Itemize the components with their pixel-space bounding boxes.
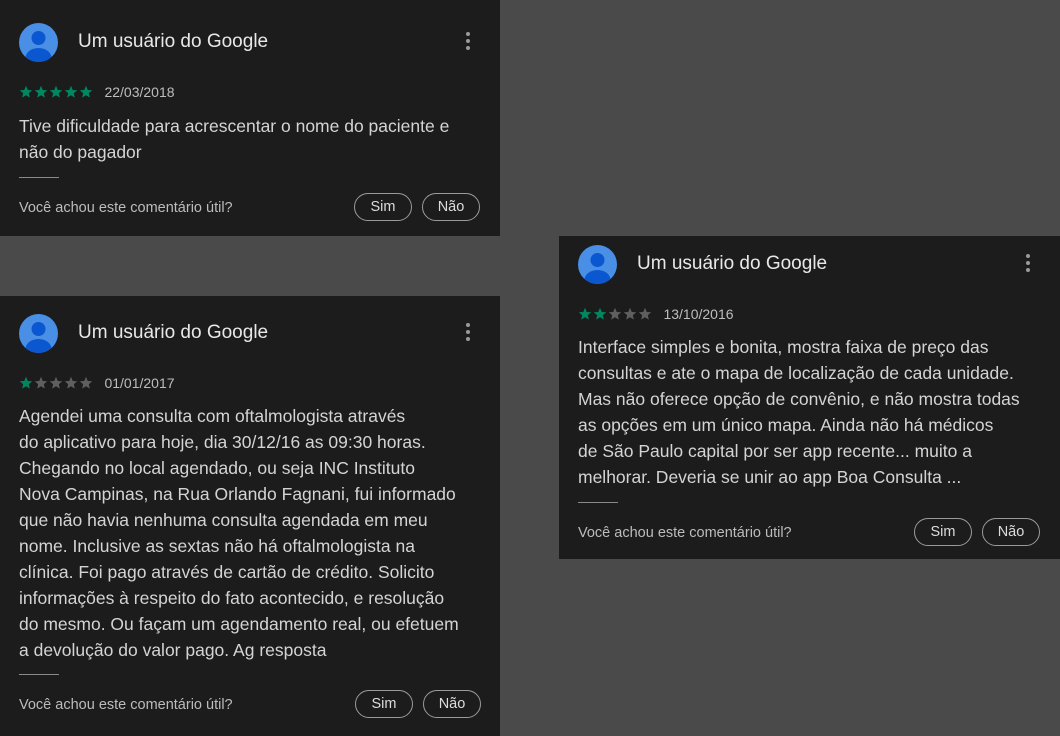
star-empty-icon xyxy=(79,376,93,389)
star-filled-icon xyxy=(64,85,78,98)
review-text-line: informações à respeito do fato acontecid… xyxy=(19,588,445,608)
review-author: Um usuário do Google xyxy=(637,253,828,274)
divider xyxy=(19,177,59,178)
divider xyxy=(19,674,59,675)
star-filled-icon xyxy=(34,85,48,98)
star-empty-icon xyxy=(49,376,63,389)
review-text-line: a devolução do valor pago. Ag resposta xyxy=(19,640,327,660)
person-icon xyxy=(25,31,52,62)
review-card: Um usuário do Google 13/10/2016 Interfac… xyxy=(559,236,1060,559)
star-empty-icon xyxy=(608,307,622,320)
review-text-line: nome. Inclusive as sextas não há oftalmo… xyxy=(19,536,415,556)
star-rating xyxy=(578,307,653,321)
review-text-line: de São Paulo capital por ser app recente… xyxy=(578,441,972,461)
star-filled-icon xyxy=(49,85,63,98)
star-rating xyxy=(19,85,94,99)
rating-row: 22/03/2018 xyxy=(19,83,175,101)
review-text-line: Tive dificuldade para acrescentar o nome… xyxy=(19,116,450,136)
review-text-line: Interface simples e bonita, mostra faixa… xyxy=(578,337,989,357)
avatar xyxy=(19,23,58,62)
star-filled-icon xyxy=(19,85,33,98)
review-text-line: melhorar. Deveria se unir ao app Boa Con… xyxy=(578,467,962,487)
review-text-line: que não havia nenhuma consulta agendada … xyxy=(19,510,428,530)
star-filled-icon xyxy=(578,307,592,320)
helpful-yes-button[interactable]: Sim xyxy=(355,690,413,718)
review-text-line: Chegando no local agendado, ou seja INC … xyxy=(19,458,415,478)
more-options-icon[interactable] xyxy=(462,323,474,345)
helpful-question: Você achou este comentário útil? xyxy=(19,697,233,713)
review-text-line: não do pagador xyxy=(19,142,142,162)
helpful-no-button[interactable]: Não xyxy=(423,690,481,718)
star-empty-icon xyxy=(64,376,78,389)
review-text-line: as opções em um único mapa. Ainda não há… xyxy=(578,415,994,435)
review-text-line: clínica. Foi pago através de cartão de c… xyxy=(19,562,435,582)
divider xyxy=(578,502,618,503)
review-date: 13/10/2016 xyxy=(663,305,734,322)
review-text-line: Nova Campinas, na Rua Orlando Fagnani, f… xyxy=(19,484,456,504)
star-empty-icon xyxy=(638,307,652,320)
person-icon xyxy=(584,253,611,284)
review-text: Agendei uma consulta com oftalmologista … xyxy=(19,403,482,663)
review-text-line: consultas e ate o mapa de localização de… xyxy=(578,363,1014,383)
review-text-line: Mas não oferece opção de convênio, e não… xyxy=(578,389,1020,409)
star-empty-icon xyxy=(623,307,637,320)
person-icon xyxy=(25,322,52,353)
review-text-line: Agendei uma consulta com oftalmologista … xyxy=(19,406,406,426)
rating-row: 01/01/2017 xyxy=(19,374,175,392)
helpful-question: Você achou este comentário útil? xyxy=(19,200,233,216)
rating-row: 13/10/2016 xyxy=(578,305,734,323)
helpful-no-button[interactable]: Não xyxy=(422,193,480,221)
review-header: Um usuário do Google xyxy=(19,314,480,354)
avatar xyxy=(578,245,617,284)
review-text: Tive dificuldade para acrescentar o nome… xyxy=(19,113,482,165)
review-author: Um usuário do Google xyxy=(78,31,269,52)
star-filled-icon xyxy=(593,307,607,320)
review-card: Um usuário do Google 22/03/2018 Tive dif… xyxy=(0,0,500,236)
review-date: 22/03/2018 xyxy=(104,83,175,100)
star-empty-icon xyxy=(34,376,48,389)
review-text-line: do mesmo. Ou façam um agendamento real, … xyxy=(19,614,459,634)
review-date: 01/01/2017 xyxy=(104,374,175,391)
more-options-icon[interactable] xyxy=(1022,254,1034,276)
avatar xyxy=(19,314,58,353)
star-rating xyxy=(19,376,94,390)
review-author: Um usuário do Google xyxy=(78,322,269,343)
star-filled-icon xyxy=(19,376,33,389)
review-text-line: do aplicativo para hoje, dia 30/12/16 as… xyxy=(19,432,426,452)
star-filled-icon xyxy=(79,85,93,98)
review-header: Um usuário do Google xyxy=(578,245,1040,285)
review-header: Um usuário do Google xyxy=(19,23,480,63)
helpful-question: Você achou este comentário útil? xyxy=(578,525,792,541)
more-options-icon[interactable] xyxy=(462,32,474,54)
helpful-no-button[interactable]: Não xyxy=(982,518,1040,546)
review-card: Um usuário do Google 01/01/2017 Agendei … xyxy=(0,296,500,736)
helpful-yes-button[interactable]: Sim xyxy=(354,193,412,221)
review-text: Interface simples e bonita, mostra faixa… xyxy=(578,334,1042,490)
helpful-yes-button[interactable]: Sim xyxy=(914,518,972,546)
